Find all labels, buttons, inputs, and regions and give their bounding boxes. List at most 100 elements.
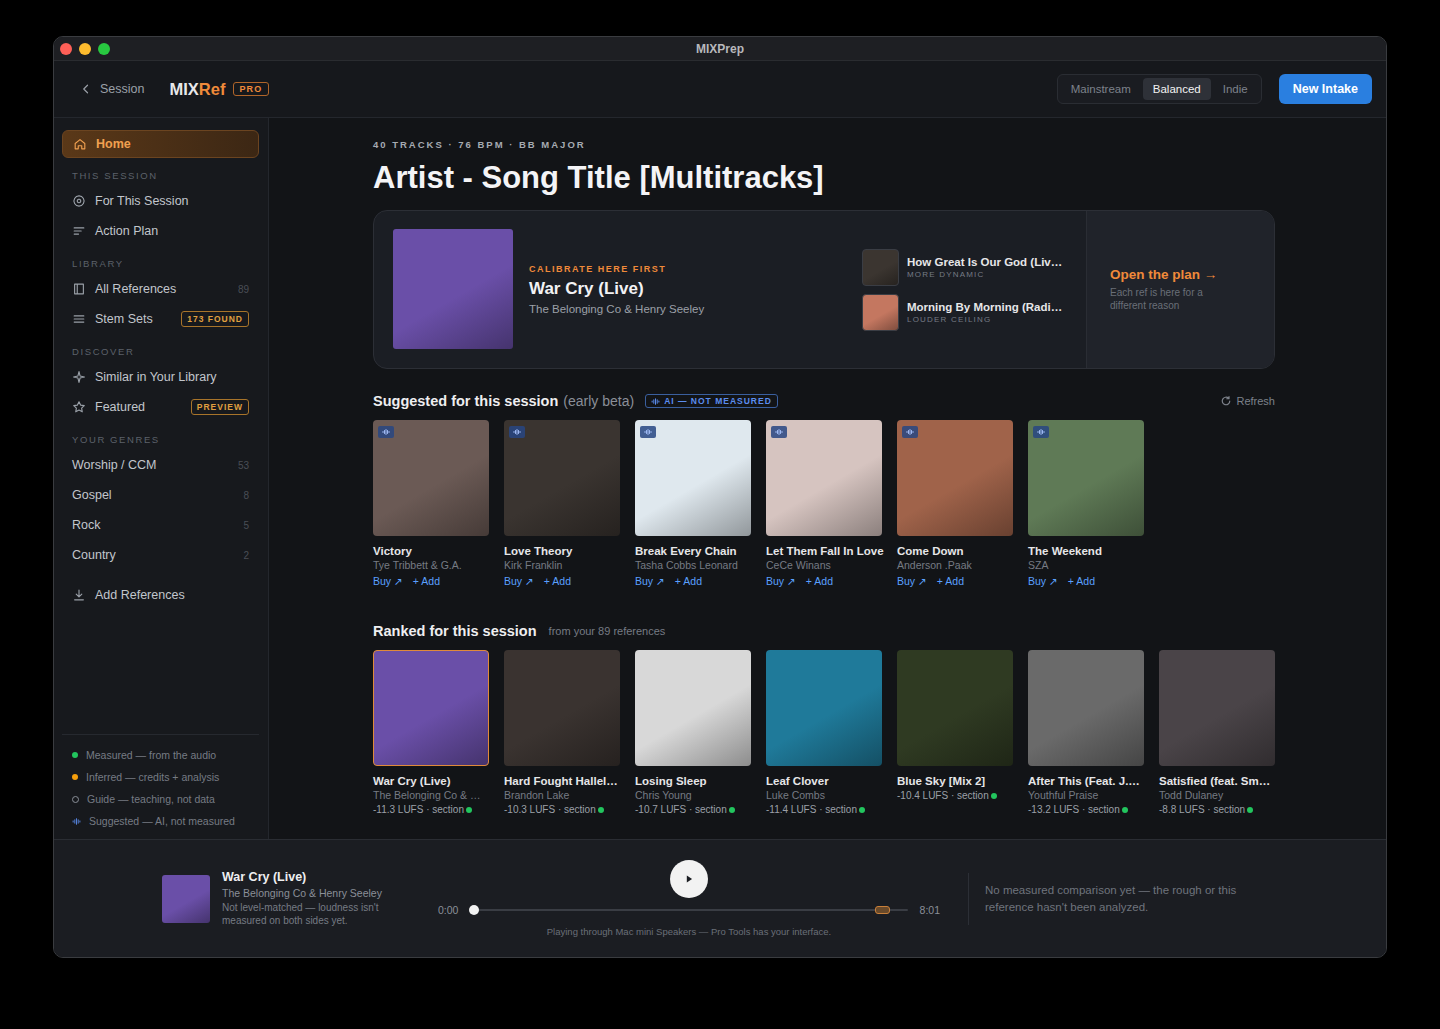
album-art	[897, 420, 1013, 536]
sidebar-item[interactable]: Gospel8	[62, 480, 259, 510]
loudness-stats: -10.7 LUFS · section	[635, 804, 751, 815]
comparison-message: No measured comparison yet — the rough o…	[969, 882, 1255, 915]
wave-icon	[651, 397, 660, 406]
count: 89	[238, 284, 249, 295]
sidebar-item[interactable]: FeaturedPREVIEW	[62, 392, 259, 422]
legend-item: Measured — from the audio	[72, 747, 249, 763]
ranked-card[interactable]: Leaf CloverLuke Combs-11.4 LUFS · sectio…	[766, 650, 882, 815]
top-bar: SessionMIXRefPROMainstreamBalancedIndieN…	[54, 61, 1386, 118]
status-ring	[72, 796, 79, 803]
new-intake-button[interactable]: New Intake	[1279, 74, 1372, 104]
ai-badge	[771, 426, 787, 438]
suggested-card[interactable]: Break Every ChainTasha Cobbs LeonardBuy …	[635, 420, 751, 587]
play-button[interactable]	[670, 860, 708, 898]
wave-icon	[1037, 428, 1045, 436]
suggested-list: VictoryTye Tribbett & G.A.Buy ↗+ AddLove…	[373, 420, 1275, 587]
open-plan-panel[interactable]: Open the plan →Each ref is here for a di…	[1086, 211, 1274, 368]
wave-icon	[513, 428, 521, 436]
add-link[interactable]: + Add	[806, 575, 833, 587]
session-title: Artist - Song Title [Multitracks]	[373, 159, 1275, 196]
section-label: YOUR GENRES	[62, 422, 259, 450]
add-link[interactable]: + Add	[544, 575, 571, 587]
reference-item[interactable]: Morning By Morning (Radi…LOUDER CEILING	[862, 294, 1086, 331]
ranked-card[interactable]: War Cry (Live)The Belonging Co & …-11.3 …	[373, 650, 489, 815]
buy-link[interactable]: Buy ↗	[373, 575, 403, 587]
album-art	[1028, 420, 1144, 536]
playhead[interactable]	[469, 905, 479, 915]
calibration-card: CALIBRATE HERE FIRSTWar Cry (Live)The Be…	[373, 210, 1275, 369]
buy-link[interactable]: Buy ↗	[635, 575, 665, 587]
ranked-card[interactable]: Losing SleepChris Young-10.7 LUFS · sect…	[635, 650, 751, 815]
buy-link[interactable]: Buy ↗	[1028, 575, 1058, 587]
wave-icon	[382, 428, 390, 436]
sidebar-item[interactable]: Home	[62, 130, 259, 158]
item-icon	[72, 194, 86, 208]
add-link[interactable]: + Add	[937, 575, 964, 587]
album-art	[862, 294, 899, 331]
ai-badge	[902, 426, 918, 438]
buy-link[interactable]: Buy ↗	[766, 575, 796, 587]
zoom-button[interactable]	[98, 43, 110, 55]
open-plan-link[interactable]: Open the plan →	[1110, 267, 1254, 282]
sidebar-item[interactable]: Stem Sets173 FOUND	[62, 304, 259, 334]
sidebar-item[interactable]: Rock5	[62, 510, 259, 540]
suggested-card[interactable]: Love TheoryKirk FranklinBuy ↗+ Add	[504, 420, 620, 587]
suggested-card[interactable]: VictoryTye Tribbett & G.A.Buy ↗+ Add	[373, 420, 489, 587]
ai-badge	[640, 426, 656, 438]
add-link[interactable]: + Add	[675, 575, 702, 587]
album-art	[373, 420, 489, 536]
traffic-lights	[54, 43, 110, 55]
ranked-card[interactable]: Satisfied (feat. Sm…Todd Dulaney-8.8 LUF…	[1159, 650, 1275, 815]
add-references-button[interactable]: Add References	[62, 580, 259, 610]
close-button[interactable]	[60, 43, 72, 55]
ranked-card[interactable]: Blue Sky [Mix 2]-10.4 LUFS · section	[897, 650, 1013, 815]
progress-track[interactable]	[470, 909, 907, 911]
pro-badge: PRO	[233, 82, 268, 96]
duration: 8:01	[920, 904, 940, 916]
hero-artist: The Belonging Co & Henry Seeley	[529, 303, 862, 315]
hero-label: CALIBRATE HERE FIRST	[529, 264, 862, 274]
album-art	[1028, 650, 1144, 766]
sidebar-item[interactable]: For This Session	[62, 186, 259, 216]
mode-option[interactable]: Balanced	[1143, 78, 1211, 100]
refresh-button[interactable]: Refresh	[1220, 395, 1275, 407]
suggested-card[interactable]: Let Them Fall In LoveCeCe WinansBuy ↗+ A…	[766, 420, 882, 587]
legend-item: Guide — teaching, not data	[72, 791, 249, 807]
mode-switch: MainstreamBalancedIndie	[1057, 74, 1262, 104]
loudness-stats: -8.8 LUFS · section	[1159, 804, 1275, 815]
badge: PREVIEW	[191, 399, 249, 415]
reference-item[interactable]: How Great Is Our God (Liv…MORE DYNAMIC	[862, 249, 1086, 286]
mode-option[interactable]: Mainstream	[1061, 78, 1141, 100]
sidebar-item[interactable]: Country2	[62, 540, 259, 570]
download-icon	[72, 588, 86, 602]
refresh-icon	[1220, 395, 1232, 407]
section-marker[interactable]	[875, 906, 890, 914]
count: 53	[238, 460, 249, 471]
sidebar-section: YOUR GENRESWorship / CCM53Gospel8Rock5Co…	[62, 422, 259, 570]
chevron-left-icon	[80, 83, 92, 95]
home-icon	[73, 137, 87, 151]
status-dot	[72, 752, 78, 758]
sidebar-item[interactable]: Worship / CCM53	[62, 450, 259, 480]
minimize-button[interactable]	[79, 43, 91, 55]
album-art	[766, 420, 882, 536]
item-icon	[72, 400, 86, 414]
buy-link[interactable]: Buy ↗	[897, 575, 927, 587]
suggested-card[interactable]: The WeekendSZABuy ↗+ Add	[1028, 420, 1144, 587]
buy-link[interactable]: Buy ↗	[504, 575, 534, 587]
sidebar-item[interactable]: Action Plan	[62, 216, 259, 246]
back-button[interactable]: Session	[80, 82, 144, 96]
sidebar-item[interactable]: All References89	[62, 274, 259, 304]
ranked-card[interactable]: Hard Fought Hallel…Brandon Lake-10.3 LUF…	[504, 650, 620, 815]
sidebar-item[interactable]: Similar in Your Library	[62, 362, 259, 392]
reference-list: How Great Is Our God (Liv…MORE DYNAMIC Mo…	[862, 211, 1086, 368]
album-art[interactable]	[393, 229, 513, 349]
app-window: MIXPrepSessionMIXRefPROMainstreamBalance…	[53, 36, 1387, 958]
mode-option[interactable]: Indie	[1213, 78, 1258, 100]
suggested-card[interactable]: Come DownAnderson .PaakBuy ↗+ Add	[897, 420, 1013, 587]
ranked-card[interactable]: After This (Feat. J.…Youthful Praise-13.…	[1028, 650, 1144, 815]
window-title: MIXPrep	[54, 42, 1386, 56]
add-link[interactable]: + Add	[1068, 575, 1095, 587]
add-link[interactable]: + Add	[413, 575, 440, 587]
legend-item: Inferred — credits + analysis	[72, 769, 249, 785]
